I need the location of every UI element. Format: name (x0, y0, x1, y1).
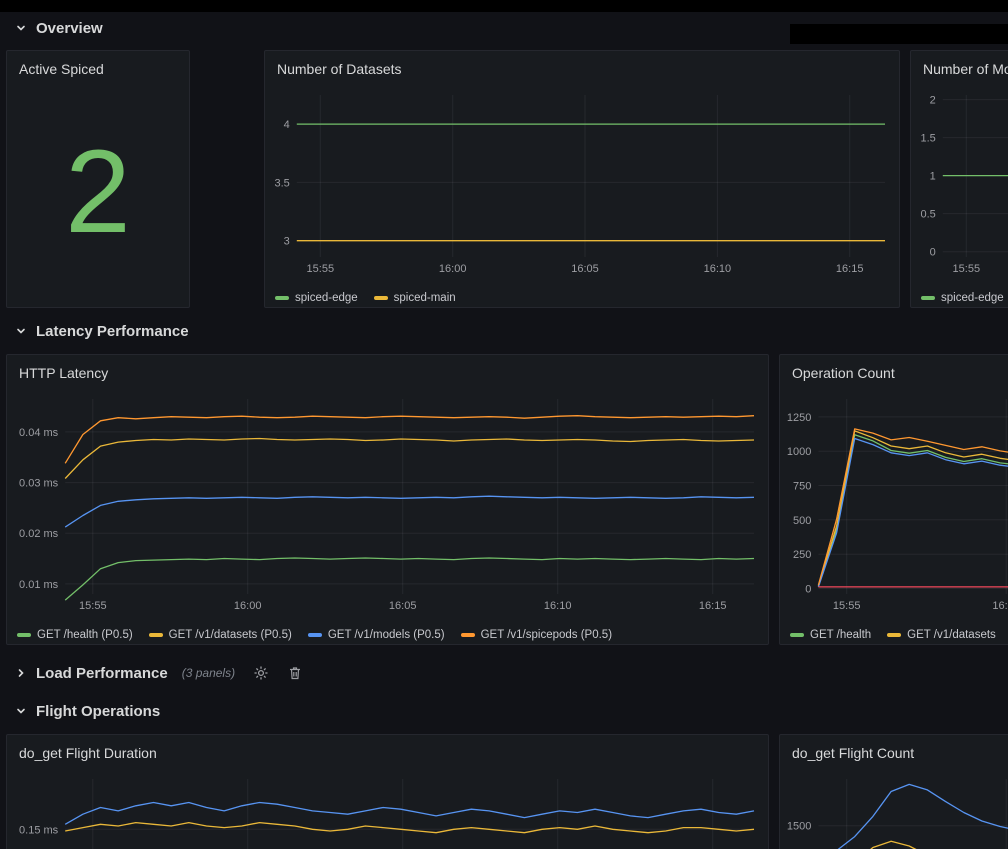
legend-item[interactable]: spiced-edge (275, 292, 358, 304)
legend-color-dash (887, 633, 901, 637)
svg-text:0: 0 (805, 584, 811, 596)
chevron-down-icon (14, 324, 28, 338)
svg-text:0.03 ms: 0.03 ms (19, 478, 59, 490)
svg-text:0.01 ms: 0.01 ms (19, 579, 59, 591)
svg-text:0.15 ms: 0.15 ms (19, 824, 59, 836)
panel-number-of-datasets: Number of Datasets 3 3.5 4 15:55 16:00 16:05 1… (264, 50, 900, 308)
svg-text:15:55: 15:55 (833, 600, 861, 612)
svg-text:0: 0 (930, 247, 936, 259)
svg-text:1250: 1250 (787, 412, 811, 424)
svg-text:16:10: 16:10 (704, 263, 732, 275)
panel-http-latency: HTTP Latency 0.01 ms 0.02 ms 0.03 ms 0.04 m… (6, 354, 769, 645)
svg-text:4: 4 (284, 119, 290, 131)
svg-text:1500: 1500 (787, 821, 811, 833)
svg-text:16:10: 16:10 (544, 600, 572, 612)
legend-item[interactable]: GET /v1/spicepods (P0.5) (461, 629, 612, 641)
panel-title-do-get-flight-duration[interactable]: do_get Flight Duration (7, 735, 768, 771)
legend-color-dash (461, 633, 475, 637)
svg-text:0.02 ms: 0.02 ms (19, 528, 59, 540)
panel-title-number-of-datasets[interactable]: Number of Datasets (265, 51, 899, 87)
svg-text:1: 1 (930, 171, 936, 183)
svg-text:16:00: 16:00 (234, 600, 262, 612)
svg-text:3: 3 (284, 236, 290, 248)
svg-text:3.5: 3.5 (275, 177, 290, 189)
panel-title-do-get-flight-count[interactable]: do_get Flight Count (780, 735, 1008, 771)
svg-text:2: 2 (930, 95, 936, 107)
operation-count-chart: 02505007501000125015:5516:0016:0516:1016… (780, 391, 1008, 644)
svg-text:16:05: 16:05 (571, 263, 599, 275)
legend-color-dash (17, 633, 31, 637)
panel-number-of-models: Number of Models 00.511.5215:5516:0016:0… (910, 50, 1008, 308)
svg-text:16:15: 16:15 (699, 600, 727, 612)
do-get-flight-duration-chart: 0.15 ms15:5516:0016:0516:1016:15 (7, 771, 768, 849)
panel-do-get-flight-duration: do_get Flight Duration 0.15 ms15:5516:00… (6, 734, 769, 849)
legend-item[interactable]: GET /v1/datasets (P0.5) (149, 629, 292, 641)
svg-text:1000: 1000 (787, 446, 811, 458)
legend-color-dash (790, 633, 804, 637)
legend-color-dash (374, 296, 388, 300)
svg-text:15:55: 15:55 (79, 600, 107, 612)
svg-text:500: 500 (793, 515, 811, 527)
panel-title-number-of-models[interactable]: Number of Models (911, 51, 1008, 87)
panel-operation-count: Operation Count 0 250 500 750 1000 1250 15:55 1… (779, 354, 1008, 645)
chevron-down-icon (14, 704, 28, 718)
trash-icon[interactable] (287, 665, 303, 681)
svg-text:250: 250 (793, 549, 811, 561)
http-latency-chart: 0.01 ms 0.02 ms 0.03 ms 0.04 ms 15:55 16:00 16… (7, 391, 768, 644)
svg-text:15:55: 15:55 (953, 263, 981, 275)
panel-do-get-flight-count: do_get Flight Count 150015:5516:0016:051… (779, 734, 1008, 849)
panel-title-http-latency[interactable]: HTTP Latency (7, 355, 768, 391)
legend-item[interactable]: spiced-main (374, 292, 456, 304)
section-title: Overview (36, 20, 103, 37)
legend-item[interactable]: GET /v1/models (P0.5) (308, 629, 445, 641)
number-of-models-chart: 00.511.5215:5516:0016:0516:1016:15spiced… (911, 87, 1008, 307)
chevron-right-icon (14, 666, 28, 680)
svg-text:0.04 ms: 0.04 ms (19, 427, 59, 439)
legend-color-dash (308, 633, 322, 637)
svg-text:16:05: 16:05 (389, 600, 417, 612)
top-right-black-region (790, 24, 1008, 44)
svg-text:1.5: 1.5 (921, 133, 936, 145)
svg-text:16:00: 16:00 (992, 600, 1008, 612)
top-strip (0, 0, 1008, 12)
legend-color-dash (275, 296, 289, 300)
section-header-load-performance[interactable]: Load Performance (3 panels) (14, 661, 303, 685)
gear-icon[interactable] (253, 665, 269, 681)
number-of-datasets-chart: 3 3.5 4 15:55 16:00 16:05 16:10 16:15 spiced-edg… (265, 87, 899, 307)
legend-item[interactable]: GET /health (790, 629, 871, 641)
section-title: Load Performance (36, 665, 168, 682)
chevron-down-icon (14, 21, 28, 35)
svg-text:750: 750 (793, 481, 811, 493)
legend-color-dash (149, 633, 163, 637)
panel-title-active-spiced[interactable]: Active Spiced (7, 51, 189, 87)
section-header-flight-operations[interactable]: Flight Operations (14, 699, 160, 723)
section-title: Latency Performance (36, 323, 189, 340)
section-title: Flight Operations (36, 703, 160, 720)
svg-text:0.5: 0.5 (921, 209, 936, 221)
section-header-overview[interactable]: Overview (14, 16, 103, 40)
panel-title-operation-count[interactable]: Operation Count (780, 355, 1008, 391)
legend-item[interactable]: GET /v1/datasets (887, 629, 996, 641)
legend-item[interactable]: spiced-edge (921, 292, 1004, 304)
legend-item[interactable]: GET /health (P0.5) (17, 629, 133, 641)
svg-text:15:55: 15:55 (307, 263, 335, 275)
do-get-flight-count-chart: 150015:5516:0016:0516:1016:15 (780, 771, 1008, 849)
panel-active-spiced: Active Spiced 2 (6, 50, 190, 308)
legend-color-dash (921, 296, 935, 300)
section-header-latency-performance[interactable]: Latency Performance (14, 319, 189, 343)
active-spiced-value: 2 (7, 87, 189, 297)
svg-text:16:15: 16:15 (836, 263, 864, 275)
panel-count-label: (3 panels) (182, 666, 235, 680)
svg-text:16:00: 16:00 (439, 263, 467, 275)
